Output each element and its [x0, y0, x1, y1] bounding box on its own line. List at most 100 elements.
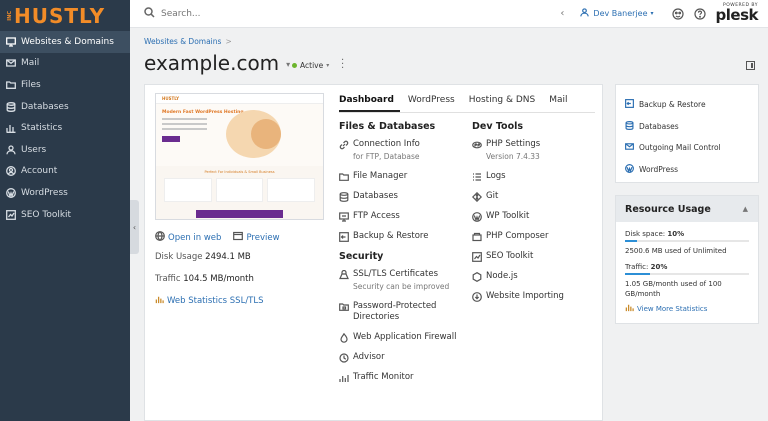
sidebar-item-seo-toolkit[interactable]: SEO Toolkit — [0, 204, 130, 226]
sidebar-item-label: Users — [21, 144, 47, 155]
tab-dashboard[interactable]: Dashboard — [339, 95, 400, 112]
thumb-button — [162, 136, 180, 142]
sidebar-item-label: WordPress — [21, 187, 68, 198]
quick-link-wordpress[interactable]: WordPress — [625, 159, 758, 181]
disk-space-percent: 10% — [667, 230, 685, 238]
databases-link[interactable]: Databases — [339, 191, 467, 202]
wp-toolkit-link[interactable]: WP Toolkit — [472, 211, 600, 222]
sidebar-item-wordpress[interactable]: WordPress — [0, 182, 130, 204]
sidebar-collapse-handle[interactable]: ‹ — [130, 200, 139, 254]
sidebar-item-websites-domains[interactable]: Websites & Domains — [0, 31, 130, 53]
preview-link[interactable]: Preview — [233, 231, 280, 244]
sidebar-item-files[interactable]: Files — [0, 74, 130, 96]
more-actions-icon[interactable]: · · · — [341, 56, 344, 74]
traffic-usage-label: Traffic: — [625, 263, 649, 271]
search-box[interactable] — [130, 6, 560, 21]
logo-prefix: INC — [7, 10, 13, 21]
preview-links: Open in web Preview — [155, 231, 292, 244]
file-manager-link[interactable]: File Manager — [339, 171, 467, 182]
sidebar-item-label: Databases — [21, 101, 69, 112]
item-label: Traffic Monitor — [353, 372, 414, 382]
database-icon — [339, 192, 349, 202]
git-link[interactable]: Git — [471, 191, 600, 203]
advisor-link[interactable]: Advisor — [339, 352, 467, 363]
status-dot — [292, 63, 297, 68]
logs-link[interactable]: Logs — [472, 171, 600, 182]
brand-logo[interactable]: INC HUSTLY — [0, 0, 130, 31]
sidebar-item-label: Statistics — [21, 123, 63, 134]
section-title: Files & Databases — [339, 121, 436, 132]
chevron-left-icon[interactable]: ‹ — [560, 8, 564, 19]
page-title[interactable]: example.com ▾ — [144, 51, 290, 75]
seo-toolkit-link[interactable]: SEO Toolkit — [472, 251, 600, 262]
site-preview-thumbnail[interactable]: HUSTLY Modern Fast WordPress Hosting Per… — [155, 93, 324, 220]
sidebar-item-statistics[interactable]: Statistics — [0, 117, 130, 139]
side-panel-toggle-icon[interactable] — [746, 61, 755, 70]
open-in-web-link[interactable]: Open in web — [155, 231, 221, 244]
backup-restore-link[interactable]: Backup & Restore — [339, 231, 467, 242]
logo-text: HUSTLY — [14, 3, 106, 28]
chevron-down-icon: ▾ — [650, 10, 654, 17]
item-sub: Version 7.4.33 — [486, 152, 540, 161]
quick-links-card: Backup & Restore Databases Outgoing Mail… — [615, 84, 759, 183]
item-label: PHP Composer — [486, 231, 549, 241]
resource-usage-card: Resource Usage ▲ Disk space: 10% 2500.6 … — [615, 195, 759, 324]
web-application-firewall-link[interactable]: Web Application Firewall — [339, 332, 467, 343]
tab-hosting-dns[interactable]: Hosting & DNS — [469, 95, 542, 112]
disk-space-detail: 2500.6 MB used of Unlimited — [625, 247, 727, 255]
traffic-usage: Traffic 104.5 MB/month — [155, 274, 254, 284]
nodejs-link[interactable]: Node.js — [472, 271, 600, 282]
traffic-progress — [625, 273, 749, 275]
connection-info-link[interactable]: Connection Info for FTP, Database — [339, 139, 467, 162]
user-name: Dev Banerjee — [593, 9, 648, 18]
ssl-tls-certificates-link[interactable]: SSL/TLS Certificates Security can be impr… — [339, 269, 467, 292]
quick-link-backup-restore[interactable]: Backup & Restore — [625, 94, 758, 116]
quick-link-databases[interactable]: Databases — [625, 116, 758, 138]
item-label: WP Toolkit — [486, 211, 530, 221]
sidebar-item-label: Files — [21, 79, 41, 90]
quick-link-label: Backup & Restore — [639, 100, 706, 110]
resource-usage-header[interactable]: Resource Usage ▲ — [616, 196, 758, 222]
thumb-footer — [196, 210, 283, 218]
help-icon[interactable] — [693, 7, 706, 20]
sidebar-item-account[interactable]: Account — [0, 161, 130, 183]
plesk-logo[interactable]: POWERED BY plesk — [716, 3, 759, 24]
section-title: Security — [339, 251, 384, 262]
wordpress-icon — [472, 212, 482, 222]
tab-mail[interactable]: Mail — [549, 95, 573, 112]
status-badge[interactable]: Active ▾ — [292, 61, 329, 70]
tab-wordpress[interactable]: WordPress — [408, 95, 461, 112]
view-more-statistics-label: View More Statistics — [637, 305, 708, 313]
website-importing-link[interactable]: Website Importing — [472, 291, 600, 302]
ftp-access-link[interactable]: FTP Access — [339, 211, 467, 222]
user-menu[interactable]: Dev Banerjee ▾ — [580, 8, 654, 19]
thumb-line — [162, 128, 207, 130]
password-protected-directories-link[interactable]: Password-Protected Directories — [339, 301, 467, 323]
disk-space-progress-fill — [625, 240, 638, 242]
database-icon — [5, 101, 16, 112]
search-input[interactable] — [161, 8, 361, 19]
thumb-hero: Modern Fast WordPress Hosting — [156, 104, 323, 166]
globe-icon — [155, 231, 168, 244]
top-bar: ‹ Dev Banerjee ▾ POWERED BY plesk — [130, 0, 768, 28]
disk-usage-value: 2494.1 MB — [205, 252, 251, 262]
quick-link-outgoing-mail-control[interactable]: Outgoing Mail Control — [625, 137, 758, 159]
extensions-icon[interactable] — [671, 7, 684, 20]
wordpress-icon — [5, 187, 16, 198]
connection-icon — [339, 140, 349, 150]
sidebar-item-databases[interactable]: Databases — [0, 96, 130, 118]
breadcrumb-link[interactable]: Websites & Domains — [144, 37, 221, 46]
import-icon — [472, 292, 482, 302]
resource-usage-title: Resource Usage — [625, 203, 711, 215]
sidebar: INC HUSTLY Websites & Domains Mail Files… — [0, 0, 130, 421]
php-composer-link[interactable]: PHP Composer — [472, 231, 600, 242]
breadcrumb-separator: > — [225, 37, 232, 46]
web-statistics-link[interactable]: Web Statistics SSL/TLS — [155, 295, 264, 307]
git-icon — [471, 191, 483, 203]
php-settings-link[interactable]: PHP Settings Version 7.4.33 — [472, 139, 600, 162]
traffic-monitor-link[interactable]: Traffic Monitor — [339, 372, 467, 383]
view-more-statistics-link[interactable]: View More Statistics — [625, 303, 749, 315]
sidebar-item-mail[interactable]: Mail — [0, 53, 130, 75]
sidebar-item-users[interactable]: Users — [0, 139, 130, 161]
traffic-detail: 1.05 GB/month used of 100 GB/month — [625, 280, 722, 298]
